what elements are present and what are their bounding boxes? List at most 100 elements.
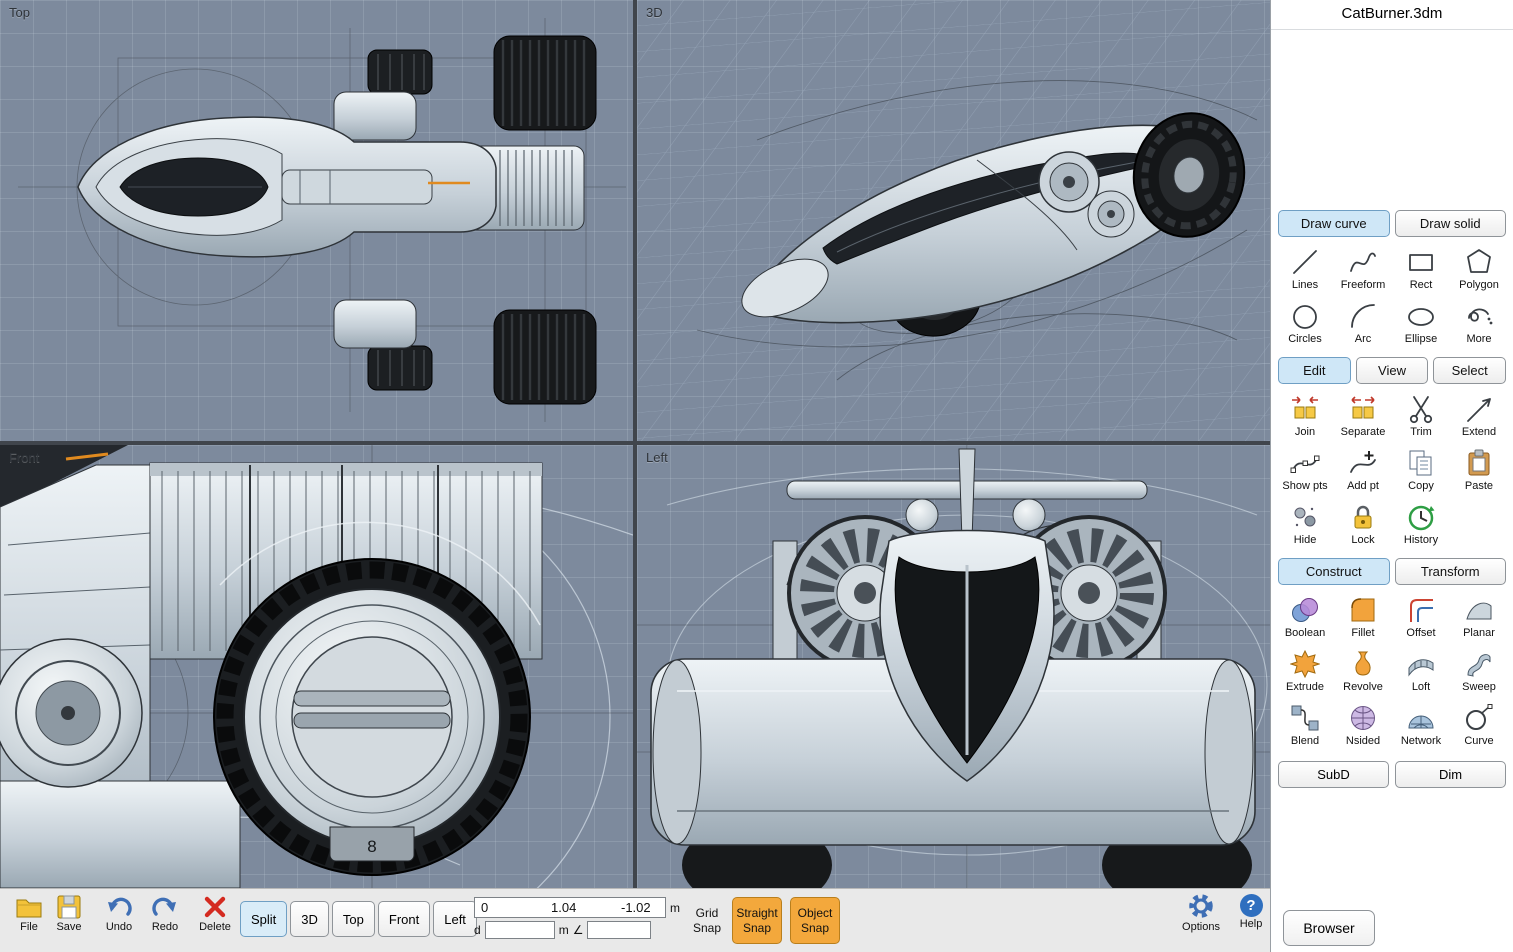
tool-trim[interactable]: Trim xyxy=(1392,393,1450,438)
tool-copy[interactable]: Copy xyxy=(1392,447,1450,492)
tool-fillet[interactable]: Fillet xyxy=(1334,594,1392,639)
tool-circles[interactable]: Circles xyxy=(1276,300,1334,345)
tab-draw-solid[interactable]: Draw solid xyxy=(1395,210,1507,237)
extend-icon xyxy=(1462,393,1496,425)
tool-arc[interactable]: Arc xyxy=(1334,300,1392,345)
tool-show-pts[interactable]: Show pts xyxy=(1276,447,1334,492)
help-button[interactable]: ? Help xyxy=(1228,894,1274,930)
edit-tab-row: Edit View Select xyxy=(1271,357,1513,384)
tool-ellipse[interactable]: Ellipse xyxy=(1392,300,1450,345)
tool-curve[interactable]: Curve xyxy=(1450,702,1508,747)
tool-nsided[interactable]: Nsided xyxy=(1334,702,1392,747)
tool-rect[interactable]: Rect xyxy=(1392,246,1450,291)
delete-button[interactable]: Delete xyxy=(192,894,238,933)
front-view-model-drawing: 8 xyxy=(0,445,633,888)
fillet-icon xyxy=(1346,594,1380,626)
tool-network[interactable]: Network xyxy=(1392,702,1450,747)
distance-input[interactable] xyxy=(485,921,555,939)
tab-transform[interactable]: Transform xyxy=(1395,558,1507,585)
tool-extrude[interactable]: Extrude xyxy=(1276,648,1334,693)
undo-arrow-icon xyxy=(105,894,133,920)
viewtab-top[interactable]: Top xyxy=(332,901,375,937)
lock-icon xyxy=(1346,501,1380,533)
construct-tool-grid: Boolean Fillet Offset Planar Extrude Rev… xyxy=(1271,585,1513,751)
coord-y: 1.04 xyxy=(551,900,581,917)
snap-label: Object xyxy=(798,906,833,920)
redo-arrow-icon xyxy=(151,894,179,920)
tool-label: Rect xyxy=(1410,279,1433,291)
tool-separate[interactable]: Separate xyxy=(1334,393,1392,438)
tool-blend[interactable]: Blend xyxy=(1276,702,1334,747)
help-label: Help xyxy=(1240,918,1263,930)
angle-input[interactable] xyxy=(587,921,651,939)
dim-button[interactable]: Dim xyxy=(1395,761,1506,788)
tab-edit[interactable]: Edit xyxy=(1278,357,1351,384)
tab-draw-curve[interactable]: Draw curve xyxy=(1278,210,1390,237)
extrude-icon xyxy=(1288,648,1322,680)
gear-icon xyxy=(1187,894,1215,920)
tab-construct[interactable]: Construct xyxy=(1278,558,1390,585)
options-button[interactable]: Options xyxy=(1178,894,1224,933)
viewport-3d[interactable]: 3D xyxy=(637,0,1270,441)
tool-hide[interactable]: Hide xyxy=(1276,501,1334,546)
viewtab-3d[interactable]: 3D xyxy=(290,901,329,937)
undo-button[interactable]: Undo xyxy=(96,894,142,933)
tool-offset[interactable]: Offset xyxy=(1392,594,1450,639)
redo-button[interactable]: Redo xyxy=(142,894,188,933)
tool-lines[interactable]: Lines xyxy=(1276,246,1334,291)
save-button[interactable]: Save xyxy=(46,894,92,933)
scissors-icon xyxy=(1404,393,1438,425)
tool-polygon[interactable]: Polygon xyxy=(1450,246,1508,291)
grid-snap-toggle[interactable]: Grid Snap xyxy=(682,897,732,944)
sweep-icon xyxy=(1462,648,1496,680)
viewtab-front[interactable]: Front xyxy=(378,901,430,937)
tool-label: Offset xyxy=(1406,627,1435,639)
tool-label: Lock xyxy=(1351,534,1374,546)
straight-snap-toggle[interactable]: Straight Snap xyxy=(732,897,782,944)
3d-view-model-drawing xyxy=(637,0,1270,441)
tool-freeform[interactable]: Freeform xyxy=(1334,246,1392,291)
bottom-toolbar: File Save Undo Redo Delete Split 3D Top … xyxy=(0,888,1270,952)
offset-icon xyxy=(1404,594,1438,626)
right-sidebar: CatBurner.3dm Draw curve Draw solid Line… xyxy=(1270,0,1513,952)
revolve-icon xyxy=(1346,648,1380,680)
viewport-left[interactable]: Left xyxy=(637,445,1270,888)
tool-loft[interactable]: Loft xyxy=(1392,648,1450,693)
sidebar-footer-row: SubD Dim xyxy=(1271,761,1513,788)
tool-label: Copy xyxy=(1408,480,1434,492)
arc-icon xyxy=(1346,300,1380,332)
xyz-input[interactable]: 0 1.04 -1.02 xyxy=(474,897,666,918)
snap-label: Snap xyxy=(693,921,721,935)
tool-sweep[interactable]: Sweep xyxy=(1450,648,1508,693)
tool-boolean[interactable]: Boolean xyxy=(1276,594,1334,639)
object-snap-toggle[interactable]: Object Snap xyxy=(790,897,840,944)
tool-join[interactable]: Join xyxy=(1276,393,1334,438)
snap-label: Grid xyxy=(696,906,719,920)
tool-revolve[interactable]: Revolve xyxy=(1334,648,1392,693)
tool-label: Circles xyxy=(1288,333,1322,345)
tab-select[interactable]: Select xyxy=(1433,357,1506,384)
tool-add-pt[interactable]: Add pt xyxy=(1334,447,1392,492)
document-title: CatBurner.3dm xyxy=(1271,0,1513,30)
tool-paste[interactable]: Paste xyxy=(1450,447,1508,492)
tool-lock[interactable]: Lock xyxy=(1334,501,1392,546)
blend-icon xyxy=(1288,702,1322,734)
tool-label: Add pt xyxy=(1347,480,1379,492)
viewtab-left[interactable]: Left xyxy=(433,901,477,937)
snap-label: Snap xyxy=(743,921,771,935)
viewtab-split[interactable]: Split xyxy=(240,901,287,937)
tool-more[interactable]: More xyxy=(1450,300,1508,345)
tool-label: Polygon xyxy=(1459,279,1499,291)
front-wheel-badge: 8 xyxy=(367,837,376,856)
subd-button[interactable]: SubD xyxy=(1278,761,1389,788)
tool-extend[interactable]: Extend xyxy=(1450,393,1508,438)
tool-planar[interactable]: Planar xyxy=(1450,594,1508,639)
browser-button[interactable]: Browser xyxy=(1283,910,1375,946)
tool-label: Join xyxy=(1295,426,1315,438)
tab-view[interactable]: View xyxy=(1356,357,1429,384)
viewport-top[interactable]: Top xyxy=(0,0,633,441)
viewport-front[interactable]: 8 Front xyxy=(0,445,633,888)
planar-icon xyxy=(1462,594,1496,626)
tool-history[interactable]: History xyxy=(1392,501,1450,546)
tool-label: Freeform xyxy=(1341,279,1386,291)
